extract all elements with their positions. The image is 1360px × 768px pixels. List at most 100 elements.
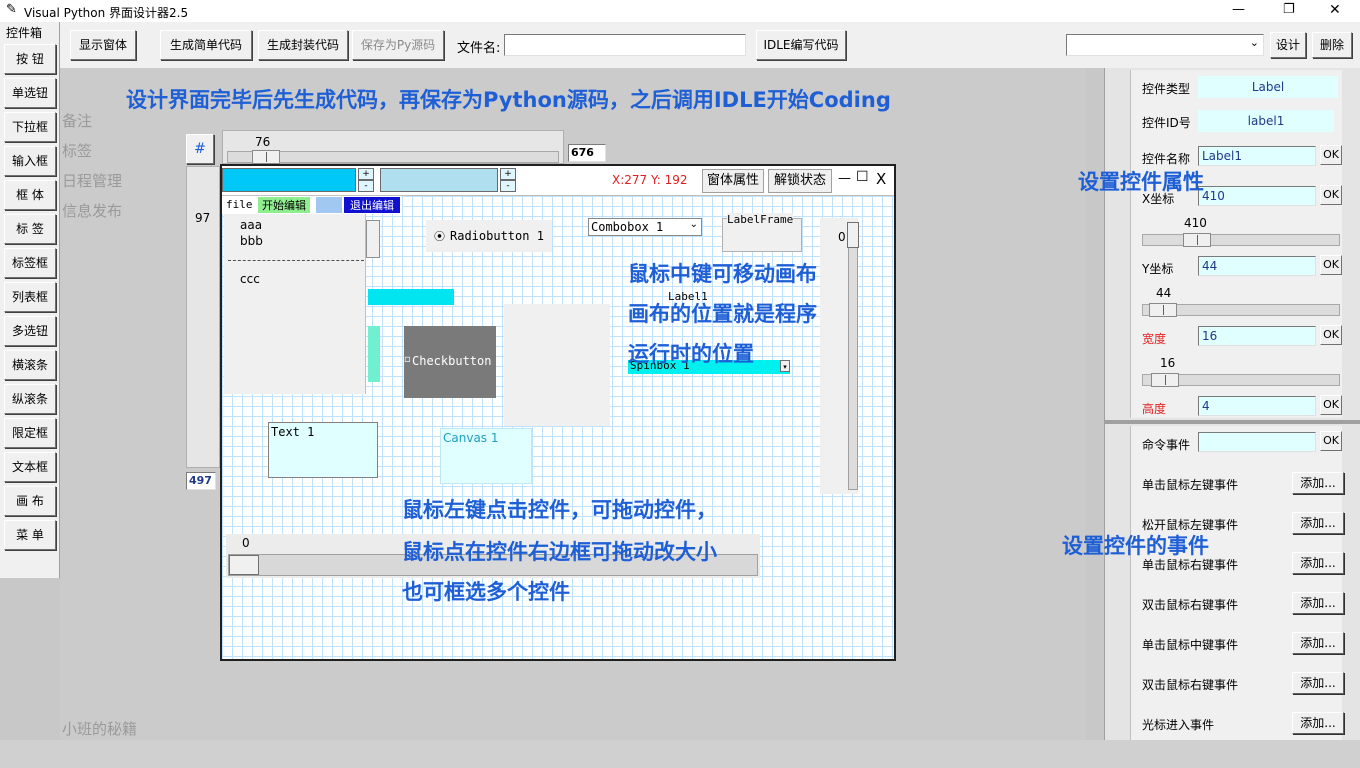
aqua-block[interactable] (368, 326, 380, 382)
toolbox-item-13[interactable]: 画 布 (4, 486, 56, 516)
frame-widget[interactable] (504, 304, 610, 426)
y-slider-value: 44 (1156, 286, 1172, 300)
event-add-button-4[interactable]: 添加... (1292, 632, 1344, 654)
control-select[interactable]: ⌄ (1066, 34, 1264, 56)
y-slider-thumb[interactable] (1149, 303, 1177, 317)
h-ruler-thumb[interactable] (252, 150, 280, 164)
close-icon[interactable]: ✕ (1329, 2, 1341, 18)
toolbox-item-12[interactable]: 文本框 (4, 452, 56, 482)
menu-separator[interactable] (316, 197, 342, 213)
toolbox-item-4[interactable]: 框 体 (4, 180, 56, 210)
name-ok-button[interactable]: OK (1320, 145, 1342, 165)
y-input[interactable]: 44 (1198, 256, 1316, 276)
cyan-entry[interactable] (222, 168, 356, 192)
event-add-button-1[interactable]: 添加... (1292, 512, 1344, 534)
spin-up-button-2[interactable]: + (500, 168, 516, 180)
spinbox-arrows-icon[interactable]: ▾ (780, 360, 790, 372)
menu-item[interactable]: ccc (240, 272, 260, 286)
toolbox-item-5[interactable]: 标 签 (4, 214, 56, 244)
text-1[interactable]: Text 1 (268, 422, 378, 478)
x-slider-thumb[interactable] (1183, 233, 1211, 247)
minimize-icon[interactable]: — (1232, 2, 1245, 17)
toolbox-item-8[interactable]: 多选钮 (4, 316, 56, 346)
feather-icon: ✎ (6, 2, 17, 17)
listbox-scroll[interactable] (366, 220, 380, 258)
canvas-1[interactable]: Canvas 1 (440, 428, 532, 484)
maximize-icon[interactable]: ❐ (1283, 2, 1295, 17)
x-ok-button[interactable]: OK (1320, 185, 1342, 205)
labelframe[interactable]: LabelFrame (722, 213, 802, 252)
event-add-button-5[interactable]: 添加... (1292, 672, 1344, 694)
width-slider-thumb[interactable] (1151, 373, 1179, 387)
h-ruler[interactable]: 76 (222, 130, 564, 164)
toolbox-item-7[interactable]: 列表框 (4, 282, 56, 312)
event-label-5: 双击鼠标右键事件 (1142, 678, 1239, 692)
menu-start-edit[interactable]: 开始编辑 (258, 197, 310, 213)
hscale-thumb[interactable] (229, 555, 259, 575)
checkbutton[interactable]: ▫ Checkbutton (404, 326, 496, 398)
ghost-item: 信息发布 (62, 202, 123, 220)
form-close-icon[interactable]: X (876, 170, 886, 188)
gen-simple-code-button[interactable]: 生成简单代码 (160, 30, 252, 60)
width-ok-button[interactable]: OK (1320, 325, 1342, 345)
spin-down-button-2[interactable]: - (500, 180, 516, 192)
x-input[interactable]: 410 (1198, 186, 1316, 206)
toolbox-item-6[interactable]: 标签框 (4, 248, 56, 278)
filename-input[interactable] (504, 34, 746, 56)
width-slider[interactable] (1142, 373, 1340, 387)
event-add-button-3[interactable]: 添加... (1292, 592, 1344, 614)
toolbox-item-0[interactable]: 按 钮 (4, 44, 56, 74)
width-input[interactable]: 16 (1198, 326, 1316, 346)
toolbox-item-10[interactable]: 纵滚条 (4, 384, 56, 414)
lightblue-entry[interactable] (380, 168, 498, 192)
idle-button[interactable]: IDLE编写代码 (756, 30, 846, 60)
radiobutton-1[interactable]: ⦿ Radiobutton 1 (426, 220, 552, 252)
command-event-input[interactable] (1198, 432, 1316, 452)
combobox-1[interactable]: Combobox 1 ⌄ (588, 218, 702, 236)
event-add-button-0[interactable]: 添加... (1292, 472, 1344, 494)
vscale-track (848, 222, 858, 490)
toolbox-item-1[interactable]: 单选钮 (4, 78, 56, 108)
width-label: 宽度 (1142, 332, 1167, 346)
ruler-corner-button[interactable]: # (186, 134, 214, 164)
delete-button[interactable]: 删除 (1312, 32, 1352, 58)
cyan-bar[interactable] (368, 289, 454, 305)
menu-exit-edit[interactable]: 退出编辑 (344, 197, 400, 213)
vscale-thumb[interactable] (847, 222, 859, 248)
y-label: Y坐标 (1142, 262, 1174, 276)
save-py-button[interactable]: 保存为Py源码 (352, 30, 444, 60)
design-button[interactable]: 设计 (1270, 32, 1306, 58)
toolbox-item-11[interactable]: 限定框 (4, 418, 56, 448)
height-input[interactable]: 4 (1198, 396, 1316, 416)
vertical-scale[interactable]: 0 (820, 218, 859, 494)
toolbox-item-9[interactable]: 横滚条 (4, 350, 56, 380)
command-event-ok-button[interactable]: OK (1320, 431, 1342, 451)
unlock-button[interactable]: 解锁状态 (768, 169, 832, 193)
toolbox-item-3[interactable]: 输入框 (4, 146, 56, 176)
toolbox-item-2[interactable]: 下拉框 (4, 112, 56, 142)
spin-down-button[interactable]: - (358, 180, 374, 192)
menu-item[interactable]: aaa (240, 218, 262, 232)
name-input[interactable]: Label1 (1198, 146, 1316, 166)
y-ok-button[interactable]: OK (1320, 255, 1342, 275)
canvas-height-field[interactable]: 497 (186, 472, 216, 490)
check-square-icon: ▫ (404, 354, 411, 365)
x-slider[interactable] (1142, 233, 1340, 247)
height-ok-button[interactable]: OK (1320, 395, 1342, 415)
toolbox-item-14[interactable]: 菜 单 (4, 520, 56, 550)
canvas-width-field[interactable]: 676 (568, 144, 606, 162)
event-add-button-2[interactable]: 添加... (1292, 552, 1344, 574)
menu-item[interactable]: bbb (240, 234, 263, 248)
gen-package-code-button[interactable]: 生成封装代码 (258, 30, 348, 60)
show-window-button[interactable]: 显示窗体 (70, 30, 136, 60)
form-minimize-icon[interactable]: — (838, 171, 851, 186)
note-events: 设置控件的事件 (1062, 534, 1209, 558)
v-ruler[interactable]: 97 (186, 166, 220, 468)
y-slider[interactable] (1142, 303, 1340, 317)
spin-up-button[interactable]: + (358, 168, 374, 180)
form-maximize-icon[interactable]: ☐ (856, 169, 869, 185)
x-slider-value: 410 (1184, 216, 1207, 230)
event-add-button-6[interactable]: 添加... (1292, 712, 1344, 734)
menu-file[interactable]: file (226, 198, 253, 211)
form-props-button[interactable]: 窗体属性 (702, 169, 764, 193)
